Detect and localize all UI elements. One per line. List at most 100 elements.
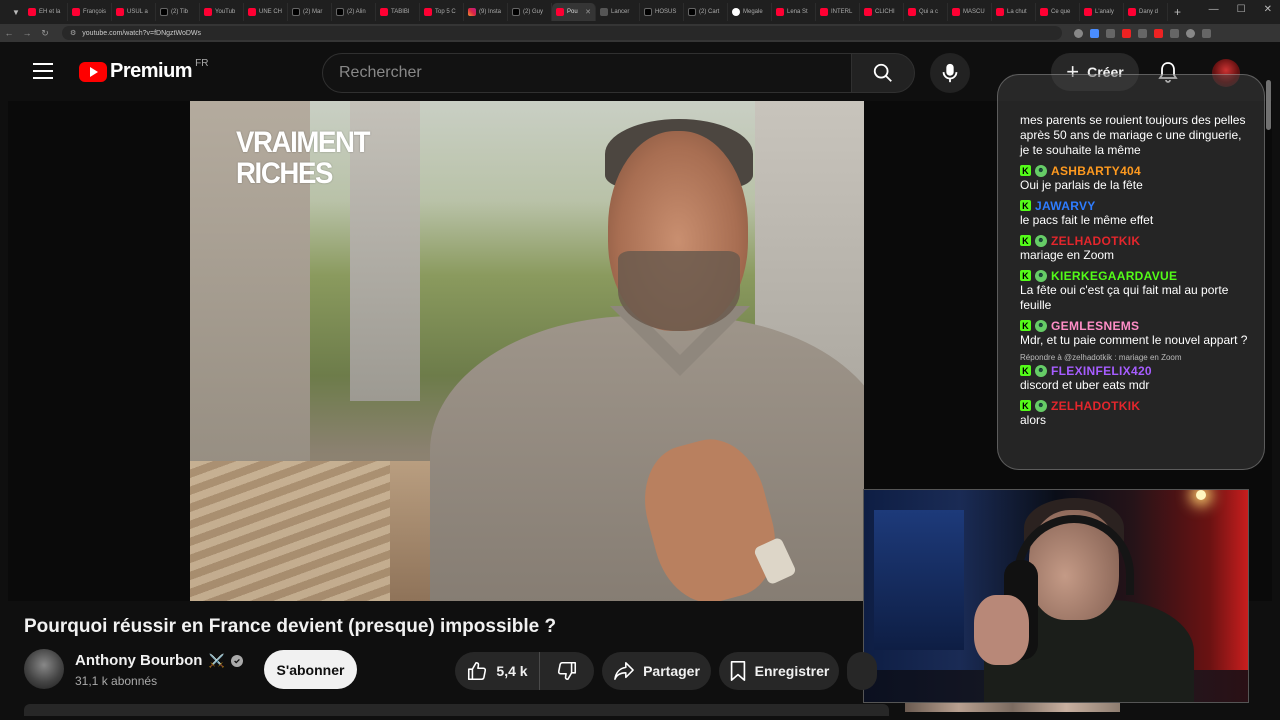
browser-tab[interactable]: La chut xyxy=(992,3,1036,21)
page-scrollbar[interactable] xyxy=(1266,80,1271,130)
close-window-icon[interactable]: ✕ xyxy=(1264,4,1272,15)
browser-tab[interactable]: Qui a c xyxy=(904,3,948,21)
browser-tab[interactable]: François xyxy=(68,3,112,21)
browser-tab[interactable]: MASCU xyxy=(948,3,992,21)
browser-tab[interactable]: Pou ✕ xyxy=(552,3,596,21)
tab-label: INTERL xyxy=(831,9,853,15)
back-icon[interactable]: ← xyxy=(0,28,18,38)
new-tab-button[interactable]: + xyxy=(1174,5,1181,19)
dislike-button[interactable] xyxy=(540,652,594,690)
youtube-premium-logo[interactable]: Premium FR xyxy=(79,58,208,83)
chat-username[interactable]: ZELHADOTKIK xyxy=(1051,399,1140,413)
x-favicon-icon xyxy=(160,8,168,16)
zoom-icon[interactable] xyxy=(1074,28,1083,38)
kick-badge-icon: K xyxy=(1020,270,1031,281)
stream-chat-overlay: mes parents se rouient toujours des pell… xyxy=(997,74,1265,470)
instagram-favicon-icon xyxy=(468,8,476,16)
x-favicon-icon xyxy=(688,8,696,16)
browser-tab[interactable]: (2) Cart xyxy=(684,3,728,21)
bookmark-star-icon[interactable] xyxy=(1106,28,1115,38)
menu-icon[interactable] xyxy=(33,63,53,79)
share-button[interactable]: Partager xyxy=(602,652,711,690)
voice-search-button[interactable] xyxy=(930,53,970,93)
extensions-puzzle-icon[interactable] xyxy=(1170,28,1179,38)
kick-badge-icon: K xyxy=(1020,235,1031,246)
save-button[interactable]: Enregistrer xyxy=(719,652,839,690)
extension-icon[interactable] xyxy=(1138,28,1147,38)
minimize-icon[interactable]: — xyxy=(1209,4,1219,15)
video-title: Pourquoi réussir en France devient (pres… xyxy=(24,616,557,637)
video-frame[interactable]: VRAIMENT RICHES xyxy=(190,101,864,601)
tab-label: (2) Alin xyxy=(347,9,366,15)
reload-icon[interactable]: ↻ xyxy=(36,28,54,39)
extension-icon[interactable] xyxy=(1154,28,1163,38)
x-favicon-icon xyxy=(336,8,344,16)
browser-tab[interactable]: INTERL xyxy=(816,3,860,21)
profile-icon[interactable] xyxy=(1186,28,1195,38)
bookmark-icon xyxy=(730,661,745,681)
address-bar[interactable]: ⚙ youtube.com/watch?v=fDNgztWoDWs xyxy=(62,26,1062,40)
x-favicon-icon xyxy=(644,8,652,16)
tab-label: (2) Mar xyxy=(303,9,323,15)
verified-badge-icon xyxy=(230,654,243,667)
kick-badge-icon: K xyxy=(1020,165,1031,176)
window-controls: — ☐ ✕ xyxy=(1209,4,1272,15)
chat-username[interactable]: GEMLESNEMS xyxy=(1051,319,1139,333)
youtube-favicon-icon xyxy=(248,8,256,16)
browser-tab[interactable]: (2) Mar xyxy=(288,3,332,21)
browser-tab[interactable]: EH et la xyxy=(24,3,68,21)
like-button[interactable]: 5,4 k xyxy=(455,652,540,690)
browser-tab[interactable]: YouTub xyxy=(200,3,244,21)
chat-text: mes parents se rouient toujours des pell… xyxy=(1020,113,1246,157)
browser-tab[interactable]: HOSUS xyxy=(640,3,684,21)
channel-name-row[interactable]: Anthony Bourbon ⚔️ xyxy=(75,652,243,669)
forward-icon[interactable]: → xyxy=(18,28,36,38)
tab-search-icon[interactable]: ▼ xyxy=(8,4,24,20)
youtube-favicon-icon xyxy=(1040,8,1048,16)
subscriber-badge-icon: ☻ xyxy=(1035,319,1047,332)
browser-tab[interactable]: Dany d xyxy=(1124,3,1168,21)
browser-tab[interactable]: Lena St xyxy=(772,3,816,21)
channel-name[interactable]: Anthony Bourbon xyxy=(75,652,202,669)
browser-tab[interactable]: UNE CH xyxy=(244,3,288,21)
generic-favicon-icon xyxy=(600,8,608,16)
search-input[interactable] xyxy=(339,64,851,82)
browser-tab[interactable]: CLICHI xyxy=(860,3,904,21)
browser-tab[interactable]: Lancer xyxy=(596,3,640,21)
browser-tab[interactable]: USUL a xyxy=(112,3,156,21)
translate-icon[interactable] xyxy=(1090,28,1099,38)
browser-tab[interactable]: (2) Alin xyxy=(332,3,376,21)
browser-tab[interactable]: (9) Insta xyxy=(464,3,508,21)
chat-username[interactable]: FLEXINFELIX420 xyxy=(1051,364,1152,378)
maximize-icon[interactable]: ☐ xyxy=(1237,4,1246,15)
browser-tab[interactable]: TABIBI xyxy=(376,3,420,21)
browser-tab[interactable]: (2) Guy xyxy=(508,3,552,21)
browser-tab[interactable]: Megale xyxy=(728,3,772,21)
search-button[interactable] xyxy=(851,53,915,93)
browser-toolbar: ← → ↻ ⚙ youtube.com/watch?v=fDNgztWoDWs xyxy=(0,24,1280,42)
browser-tab[interactable]: Top 5 C xyxy=(420,3,464,21)
tab-label: Ce que xyxy=(1051,9,1071,15)
close-tab-icon[interactable]: ✕ xyxy=(585,8,591,16)
subscribe-button[interactable]: S'abonner xyxy=(264,650,357,689)
site-info-icon[interactable]: ⚙ xyxy=(70,29,76,37)
tab-label: François xyxy=(83,9,107,15)
like-dislike-group: 5,4 k xyxy=(455,652,594,690)
chat-username[interactable]: ZELHADOTKIK xyxy=(1051,234,1140,248)
extension-icon[interactable] xyxy=(1122,28,1131,38)
tab-label: USUL a xyxy=(127,9,148,15)
share-label: Partager xyxy=(643,663,700,679)
channel-avatar[interactable] xyxy=(24,649,64,689)
browser-tab[interactable]: (2) Tib xyxy=(156,3,200,21)
browser-menu-icon[interactable] xyxy=(1202,28,1211,38)
chat-username-row: K ☻ KIERKEGAARDAVUE xyxy=(1020,268,1250,283)
chat-username[interactable]: ASHBARTY404 xyxy=(1051,164,1141,178)
chat-username[interactable]: JAWARVY xyxy=(1035,199,1096,213)
browser-tab[interactable]: L'analy xyxy=(1080,3,1124,21)
browser-tab[interactable]: Ce que xyxy=(1036,3,1080,21)
more-actions-button[interactable] xyxy=(847,652,877,690)
chat-message: K JAWARVY le pacs fait le même effet xyxy=(1020,198,1250,228)
description-box[interactable] xyxy=(24,704,889,716)
tab-label: YouTub xyxy=(215,9,236,15)
chat-username[interactable]: KIERKEGAARDAVUE xyxy=(1051,269,1177,283)
